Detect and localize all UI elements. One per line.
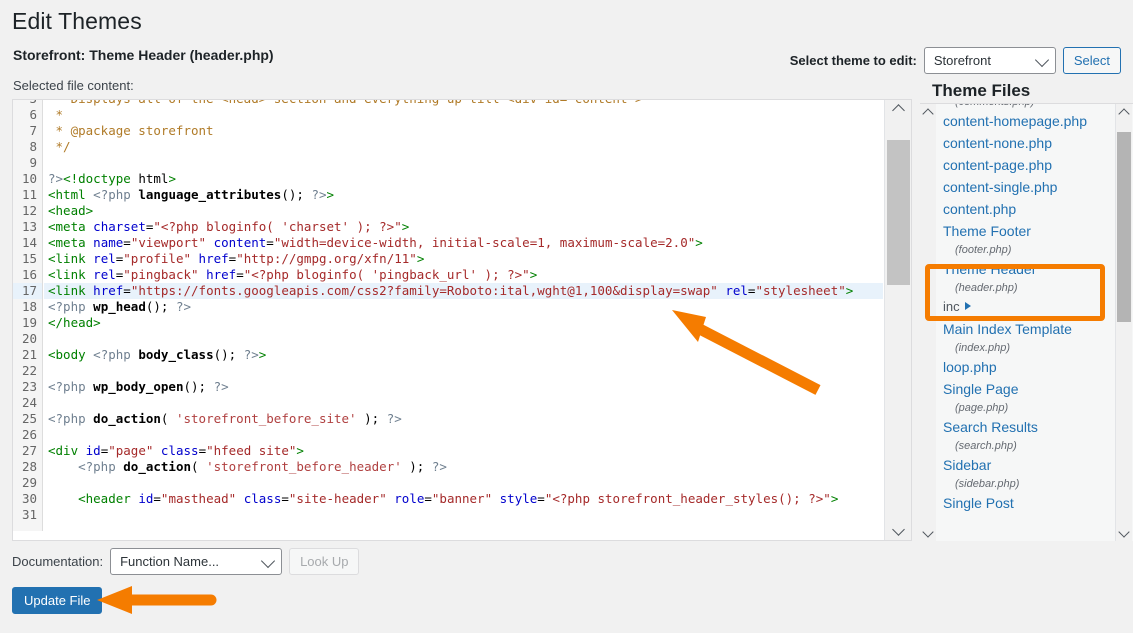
annotation-arrows	[97, 310, 821, 614]
annotation-arrow-to-update-button	[97, 586, 217, 614]
annotation-arrow-to-code-line	[672, 310, 821, 395]
